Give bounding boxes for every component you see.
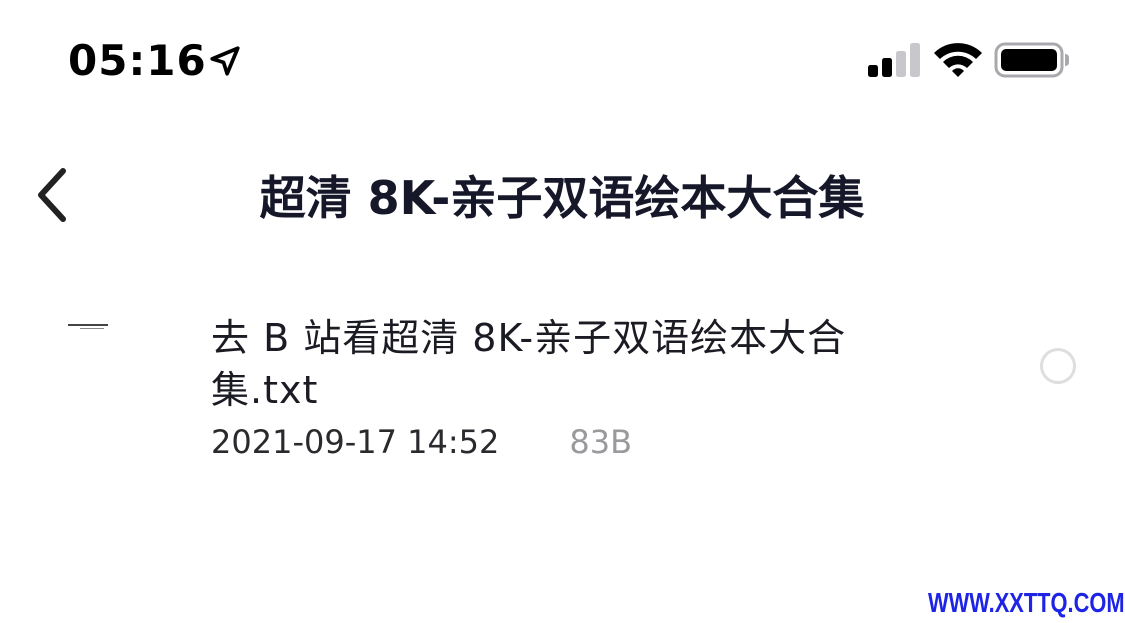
wifi-icon bbox=[934, 43, 982, 77]
file-meta: 2021-09-17 14:52 83B bbox=[211, 422, 632, 462]
signal-bar-4 bbox=[910, 43, 920, 77]
file-list-item[interactable]: 去 B 站看超清 8K-亲子双语绘本大合集.txt 2021-09-17 14:… bbox=[0, 290, 1125, 490]
signal-bar-1 bbox=[868, 65, 878, 77]
chevron-left-icon bbox=[38, 168, 66, 222]
file-size: 83B bbox=[569, 423, 633, 461]
file-thumbnail bbox=[56, 300, 152, 430]
file-name: 去 B 站看超清 8K-亲子双语绘本大合集.txt bbox=[211, 316, 847, 412]
signal-bar-3 bbox=[896, 51, 906, 77]
location-arrow-icon bbox=[210, 46, 240, 76]
watermark-text: WWW.XXTTQ.COM bbox=[928, 587, 1125, 618]
back-button[interactable] bbox=[22, 160, 82, 230]
screen: 05:16 超清 8K-亲子双语绘本大合集 去 B 站看超清 8K-亲子双语绘本… bbox=[0, 0, 1125, 623]
file-select-radio[interactable] bbox=[1040, 348, 1076, 384]
thumbnail-text-line bbox=[68, 324, 108, 326]
file-date: 2021-09-17 14:52 bbox=[211, 423, 500, 461]
status-time: 05:16 bbox=[68, 36, 207, 85]
cellular-signal-icon bbox=[868, 43, 920, 77]
battery-icon bbox=[994, 42, 1069, 78]
thumbnail-text-line bbox=[80, 328, 104, 329]
page-title: 超清 8K-亲子双语绘本大合集 bbox=[259, 171, 865, 225]
signal-bar-2 bbox=[882, 58, 892, 77]
